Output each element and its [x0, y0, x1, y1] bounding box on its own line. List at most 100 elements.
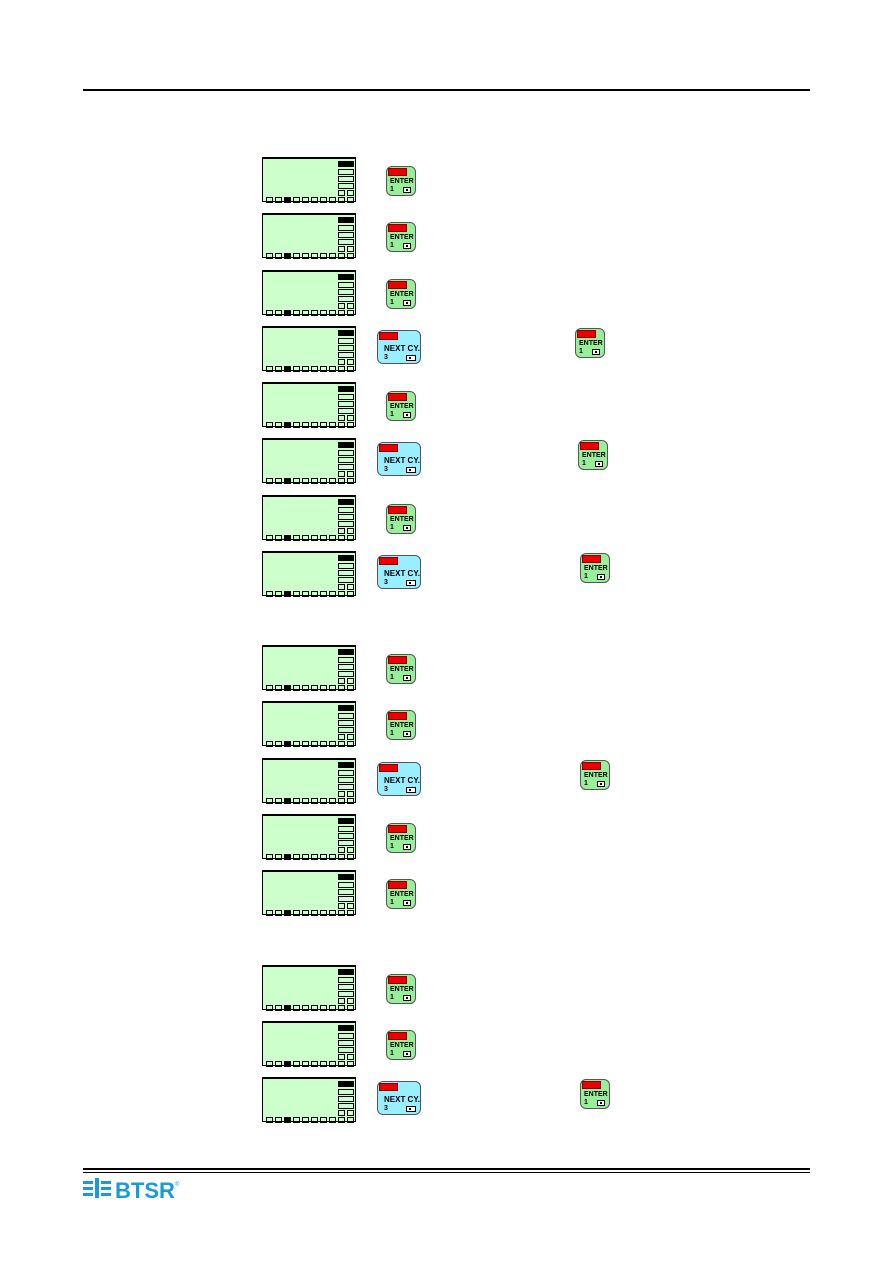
lcd-segment: [338, 464, 354, 470]
key-number: 3: [384, 1105, 388, 1112]
enter-key-button[interactable]: ENTER 1: [580, 553, 610, 583]
next-key-button[interactable]: NEXT CY. 3: [377, 762, 421, 796]
enter-key-button[interactable]: ENTER 1: [386, 391, 416, 421]
lcd-segment: [329, 535, 336, 541]
key-label: NEXT CY.: [384, 456, 421, 465]
lcd-segment: [320, 197, 327, 203]
lcd-segment: [338, 720, 354, 726]
lcd-segment: [338, 401, 354, 407]
key-number: 1: [390, 730, 394, 737]
lcd-segment: [329, 685, 336, 691]
lcd-segment: [266, 1061, 273, 1067]
lcd-segment: [266, 854, 273, 860]
lcd-segment: [302, 197, 309, 203]
led-indicator: [388, 281, 407, 289]
lcd-segment: [320, 591, 327, 597]
lcd-segment: [329, 422, 336, 428]
enter-key-button[interactable]: ENTER 1: [386, 710, 416, 740]
key-label: ENTER: [584, 772, 608, 779]
enter-key-button[interactable]: ENTER 1: [386, 504, 416, 534]
lcd-segment: [338, 239, 354, 245]
key-icon: [403, 1051, 411, 1057]
enter-key-button[interactable]: ENTER 1: [386, 823, 416, 853]
lcd-segment: [338, 190, 345, 196]
lcd-segment: [347, 847, 354, 853]
lcd-segment: [338, 991, 354, 997]
key-number: 1: [390, 299, 394, 306]
enter-key-button[interactable]: ENTER 1: [386, 222, 416, 252]
lcd-display: [262, 157, 356, 203]
lcd-segment: [347, 798, 354, 804]
enter-key-button[interactable]: ENTER 1: [578, 440, 608, 470]
enter-key-button[interactable]: ENTER 1: [386, 974, 416, 1004]
lcd-display: [262, 870, 356, 916]
footer-rule-thin: [83, 1172, 810, 1173]
lcd-segment: [338, 507, 354, 513]
lcd-display: [262, 645, 356, 691]
lcd-segment: [338, 442, 354, 448]
key-label: ENTER: [582, 452, 606, 459]
lcd-segment: [347, 734, 354, 740]
lcd-segment: [338, 678, 345, 684]
next-key-button[interactable]: NEXT CY. 3: [377, 442, 421, 476]
enter-key-button[interactable]: ENTER 1: [386, 1030, 416, 1060]
key-icon: [403, 187, 411, 193]
key-label: ENTER: [390, 835, 414, 842]
lcd-segment: [338, 847, 345, 853]
key-number: 1: [390, 411, 394, 418]
lcd-segment: [266, 798, 273, 804]
enter-key-button[interactable]: ENTER 1: [386, 279, 416, 309]
lcd-segment: [347, 1054, 354, 1060]
key-label: NEXT CY.: [384, 569, 421, 578]
lcd-segment: [311, 310, 318, 316]
next-key-button[interactable]: NEXT CY. 3: [377, 555, 421, 589]
lcd-segment: [338, 1096, 354, 1102]
enter-key-button[interactable]: ENTER 1: [575, 328, 605, 358]
lcd-segment: [266, 366, 273, 372]
lcd-segment: [266, 741, 273, 747]
lcd-segment: [338, 169, 354, 175]
lcd-segment: [329, 478, 336, 484]
key-number: 3: [384, 786, 388, 793]
lcd-segment: [347, 910, 354, 916]
next-key-button[interactable]: NEXT CY. 3: [377, 1081, 421, 1115]
key-icon: [403, 995, 411, 1001]
lcd-segment: [329, 910, 336, 916]
lcd-segment: [293, 1005, 300, 1011]
lcd-segment: [329, 854, 336, 860]
led-indicator: [582, 762, 601, 770]
lcd-segment: [320, 310, 327, 316]
lcd-segment: [338, 777, 354, 783]
lcd-display: [262, 965, 356, 1011]
enter-key-button[interactable]: ENTER 1: [580, 1079, 610, 1109]
enter-key-button[interactable]: ENTER 1: [580, 760, 610, 790]
lcd-segment: [338, 591, 345, 597]
lcd-segment: [320, 366, 327, 372]
lcd-segment: [338, 570, 354, 576]
lcd-segment: [338, 1103, 354, 1109]
key-label: ENTER: [390, 178, 414, 185]
enter-key-button[interactable]: ENTER 1: [386, 879, 416, 909]
lcd-segment: [302, 366, 309, 372]
lcd-segment: [347, 197, 354, 203]
key-number: 1: [390, 843, 394, 850]
led-indicator: [379, 1083, 398, 1091]
next-key-button[interactable]: NEXT CY. 3: [377, 330, 421, 364]
lcd-segment: [311, 1117, 318, 1123]
key-number: 1: [390, 242, 394, 249]
enter-key-button[interactable]: ENTER 1: [386, 654, 416, 684]
lcd-segment: [266, 685, 273, 691]
key-icon: [406, 467, 416, 473]
lcd-segment: [293, 197, 300, 203]
lcd-segment: [338, 253, 345, 259]
lcd-segment: [338, 649, 354, 655]
key-icon: [403, 844, 411, 850]
lcd-segment: [284, 798, 291, 804]
enter-key-button[interactable]: ENTER 1: [386, 166, 416, 196]
lcd-segment: [347, 415, 354, 421]
lcd-segment: [293, 310, 300, 316]
lcd-segment: [284, 1117, 291, 1123]
lcd-segment: [320, 741, 327, 747]
lcd-segment: [338, 889, 354, 895]
led-indicator: [577, 330, 596, 338]
